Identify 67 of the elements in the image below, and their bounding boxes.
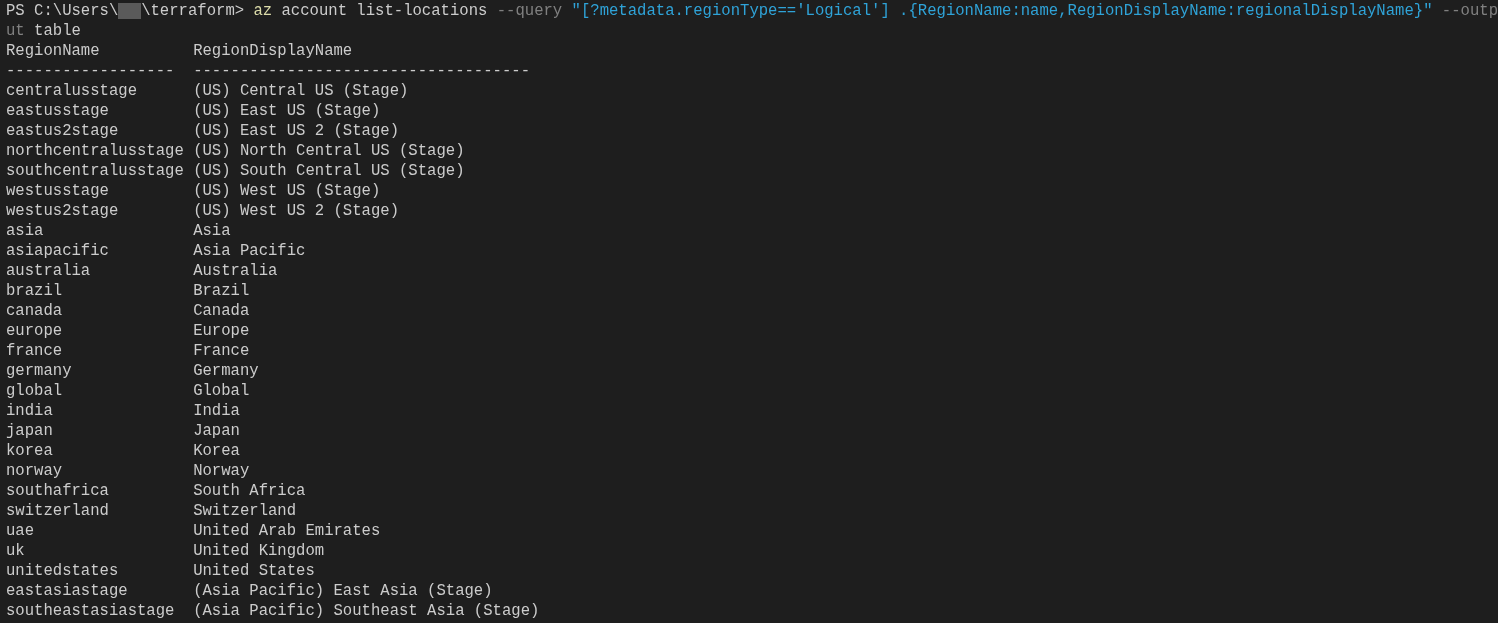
column-header: RegionDisplayName: [193, 41, 353, 61]
table-cell: Australia: [193, 261, 278, 281]
column-header: RegionName: [6, 41, 101, 61]
table-cell: Switzerland: [193, 501, 297, 521]
table-cell-text: asia: [6, 221, 45, 241]
table-cell: (US) East US (Stage): [193, 101, 381, 121]
table-cell-text: westus2stage: [6, 201, 120, 221]
table-cell-text: unitedstates: [6, 561, 120, 581]
table-cell-text: westusstage: [6, 181, 110, 201]
table-cell-text: southcentralusstage: [6, 161, 185, 181]
table-cell-text: asiapacific: [6, 241, 110, 261]
table-cell: (US) North Central US (Stage): [193, 141, 465, 161]
table-cell-text: uk: [6, 541, 26, 561]
table-cell: Global: [193, 381, 250, 401]
table-cell-text: canada: [6, 301, 64, 321]
table-cell: United Arab Emirates: [193, 521, 381, 541]
table-cell-text: southeastasiastage: [6, 601, 176, 621]
option-text: --outp: [1441, 1, 1498, 21]
separator-line: ------------------: [6, 61, 176, 81]
table-cell: United Kingdom: [193, 541, 325, 561]
table-cell-text: japan: [6, 421, 54, 441]
table-cell: India: [193, 401, 240, 421]
table-cell-text: eastusstage: [6, 101, 110, 121]
command-argument: account list-locations: [281, 1, 488, 21]
table-cell: Korea: [193, 441, 240, 461]
table-cell-text: australia: [6, 261, 92, 281]
table-cell: (US) South Central US (Stage): [193, 161, 465, 181]
table-cell-text: korea: [6, 441, 54, 461]
table-cell: (Asia Pacific) East Asia (Stage): [193, 581, 493, 601]
table-cell-text: india: [6, 401, 54, 421]
table-cell-text: southafrica: [6, 481, 110, 501]
table-cell-text: brazil: [6, 281, 64, 301]
table-cell: Norway: [193, 461, 250, 481]
prompt-text: \terraform>: [141, 1, 245, 21]
table-cell: Canada: [193, 301, 250, 321]
table-cell-text: northcentralusstage: [6, 141, 185, 161]
table-cell: (US) West US 2 (Stage): [193, 201, 399, 221]
table-cell-text: uae: [6, 521, 36, 541]
table-cell: (US) West US (Stage): [193, 181, 381, 201]
table-cell: Japan: [193, 421, 240, 441]
query-string: "[?metadata.regionType=='Logical'] .{RegionName:name,RegionDisplayName:regionalDisplayName}": [571, 1, 1433, 21]
table-cell: Asia Pacific: [193, 241, 306, 261]
table-cell-text: eastasiastage: [6, 581, 129, 601]
table-cell-text: global: [6, 381, 64, 401]
separator-line: ------------------------------------: [193, 61, 531, 81]
command-name: az: [253, 1, 273, 21]
table-cell-text: germany: [6, 361, 73, 381]
option-text: --query: [496, 1, 563, 21]
table-cell-text: france: [6, 341, 64, 361]
table-cell: South Africa: [193, 481, 306, 501]
table-cell: (US) East US 2 (Stage): [193, 121, 399, 141]
table-cell: United States: [193, 561, 315, 581]
table-cell: France: [193, 341, 250, 361]
table-cell: (US) Central US (Stage): [193, 81, 409, 101]
prompt-text: PS C:\Users\: [6, 1, 119, 21]
option-text: ut: [6, 21, 25, 41]
table-cell-text: centralusstage: [6, 81, 138, 101]
table-cell: Europe: [193, 321, 250, 341]
table-cell: (Asia Pacific) Southeast Asia (Stage): [193, 601, 540, 621]
table-cell-text: norway: [6, 461, 64, 481]
table-cell-text: switzerland: [6, 501, 110, 521]
command-argument: table: [34, 21, 81, 41]
table-cell: Asia: [193, 221, 231, 241]
table-cell: Germany: [193, 361, 259, 381]
table-cell: Brazil: [193, 281, 250, 301]
table-cell-text: europe: [6, 321, 64, 341]
table-cell-text: eastus2stage: [6, 121, 120, 141]
